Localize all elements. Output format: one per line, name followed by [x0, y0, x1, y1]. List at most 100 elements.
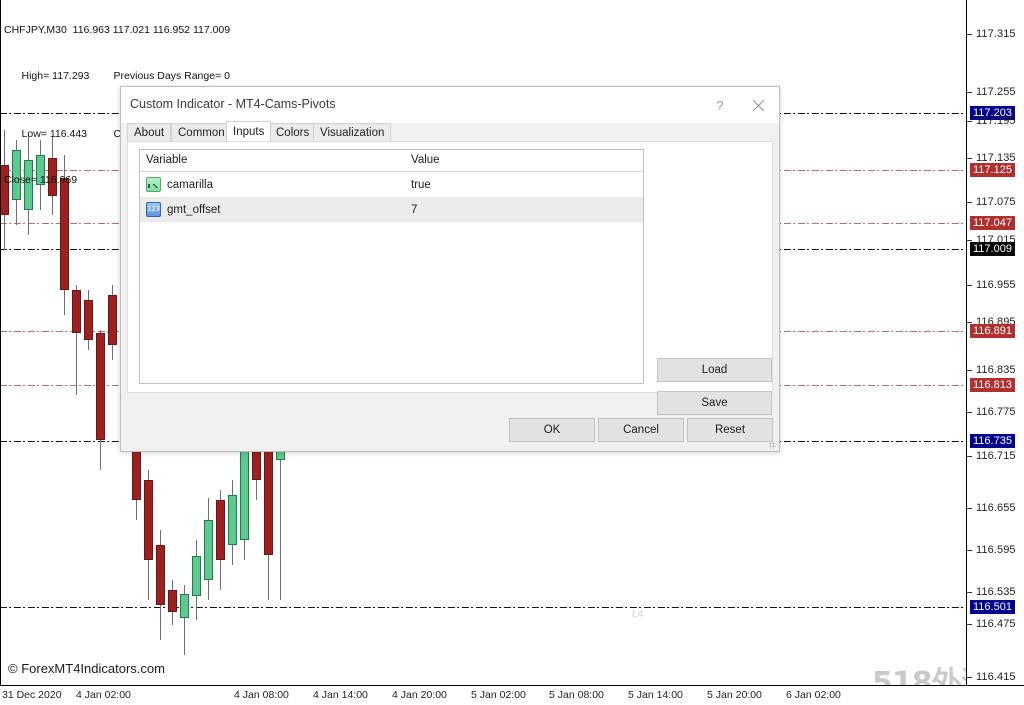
price-tick — [967, 202, 972, 203]
resize-grip-icon[interactable] — [769, 442, 776, 449]
price-label: 116.655 — [976, 502, 1016, 514]
time-label: 4 Jan 14:00 — [313, 689, 368, 701]
price-tick — [967, 92, 972, 93]
price-label: 116.595 — [976, 544, 1016, 556]
candle-body — [96, 333, 105, 440]
time-label: 5 Jan 14:00 — [628, 689, 683, 701]
price-level-chip: 117.009 — [970, 242, 1015, 256]
time-label: 4 Jan 08:00 — [234, 689, 289, 701]
candle-body — [216, 500, 225, 560]
price-label: 117.315 — [976, 28, 1016, 40]
price-axis[interactable]: 117.315 117.255 117.203 117.195 117.135 117.1… — [966, 0, 1024, 686]
price-level-chip: 116.891 — [970, 324, 1015, 338]
price-label: 116.535 — [976, 586, 1016, 598]
candle-body — [72, 290, 81, 333]
price-level-chip: 116.813 — [970, 378, 1015, 392]
cancel-button[interactable]: Cancel — [598, 418, 684, 442]
price-label: 116.775 — [976, 406, 1016, 418]
number-icon: 123 — [146, 202, 161, 217]
price-tick — [967, 285, 972, 286]
price-tick — [967, 34, 972, 35]
pivot-level-label: L4 — [632, 609, 644, 620]
price-label: 117.075 — [976, 196, 1016, 208]
candle-body — [168, 590, 177, 612]
price-tick — [967, 370, 972, 371]
price-label: 116.715 — [976, 450, 1016, 462]
candle-body — [228, 495, 237, 545]
candle-body — [192, 556, 201, 596]
price-level-chip: 117.047 — [970, 216, 1015, 230]
custom-indicator-dialog[interactable]: Custom Indicator - MT4-Cams-Pivots ? Abo… — [120, 86, 780, 452]
dialog-tabs[interactable]: About Common Inputs Colors Visualization — [121, 121, 779, 141]
cell-value[interactable]: true — [405, 172, 643, 198]
ok-button[interactable]: OK — [509, 418, 595, 442]
price-tick — [967, 240, 972, 241]
price-tick — [967, 322, 972, 323]
candle-body — [240, 450, 249, 540]
time-label: 4 Jan 20:00 — [392, 689, 447, 701]
price-tick — [967, 456, 972, 457]
cell-variable[interactable]: 123 gmt_offset — [140, 197, 405, 222]
candle-body — [180, 594, 189, 618]
price-label: 116.835 — [976, 364, 1016, 376]
price-tick — [967, 592, 972, 593]
column-header-variable: Variable — [140, 150, 405, 172]
price-level-chip: 116.735 — [970, 434, 1015, 448]
price-tick — [967, 158, 972, 159]
quote-high: High= 117.293 — [21, 70, 90, 82]
time-label: 5 Jan 20:00 — [707, 689, 762, 701]
help-icon[interactable]: ? — [703, 87, 737, 123]
cell-variable[interactable]: camarilla — [140, 172, 405, 198]
price-tick — [967, 677, 972, 678]
quote-prev-range: Previous Days Range= 0 — [113, 70, 230, 82]
close-icon[interactable] — [741, 87, 775, 123]
inputs-tab-page: Variable Value camarilla true 123 gmt_offse… — [127, 141, 773, 415]
price-label: 117.195 — [976, 115, 1016, 127]
price-level-chip: 116.501 — [970, 600, 1015, 614]
variable-name: gmt_offset — [167, 203, 221, 216]
table-row[interactable]: 123 gmt_offset 7 — [140, 197, 643, 222]
cell-value[interactable]: 7 — [405, 197, 643, 222]
bool-icon — [146, 177, 161, 192]
candle-body — [84, 300, 93, 340]
inputs-table[interactable]: Variable Value camarilla true 123 gmt_offse… — [140, 150, 643, 222]
candle-body — [264, 440, 273, 555]
load-button[interactable]: Load — [657, 358, 772, 382]
time-label: 31 Dec 2020 — [2, 689, 62, 701]
tab-colors[interactable]: Colors — [269, 123, 317, 141]
time-label: 5 Jan 08:00 — [549, 689, 604, 701]
price-tick — [967, 121, 972, 122]
quote-low: Low= 116.443 — [21, 127, 88, 140]
time-axis[interactable]: 31 Dec 2020 4 Jan 02:00 4 Jan 08:00 4 Jan 1… — [0, 686, 1024, 705]
time-label: 4 Jan 02:00 — [76, 689, 131, 701]
tab-common[interactable]: Common — [171, 123, 232, 141]
tab-about[interactable]: About — [127, 123, 172, 141]
candle-body — [144, 480, 153, 560]
time-label: 6 Jan 02:00 — [786, 689, 841, 701]
copyright-watermark: © ForexMT4Indicators.com — [8, 661, 165, 676]
candle-body — [108, 295, 117, 345]
variable-name: camarilla — [167, 178, 214, 191]
tab-visualization[interactable]: Visualization — [313, 123, 392, 141]
dialog-title-bar[interactable]: Custom Indicator - MT4-Cams-Pivots ? — [121, 87, 779, 124]
chart-left-border — [0, 0, 1, 686]
price-tick — [967, 550, 972, 551]
column-header-value: Value — [405, 150, 643, 172]
price-level-chip: 117.125 — [970, 163, 1015, 177]
price-tick — [967, 508, 972, 509]
price-tick — [967, 412, 972, 413]
candle-body — [156, 545, 165, 605]
price-label: 116.955 — [976, 279, 1016, 291]
save-button[interactable]: Save — [657, 391, 772, 415]
time-label: 5 Jan 02:00 — [471, 689, 526, 701]
reset-button[interactable]: Reset — [687, 418, 773, 442]
inputs-list[interactable]: Variable Value camarilla true 123 gmt_offse… — [139, 149, 644, 384]
price-label: 116.475 — [976, 618, 1016, 630]
candle-body — [204, 520, 213, 580]
dialog-title: Custom Indicator - MT4-Cams-Pivots — [130, 97, 336, 111]
table-row[interactable]: camarilla true — [140, 172, 643, 198]
tab-inputs[interactable]: Inputs — [226, 121, 272, 141]
table-header-row: Variable Value — [140, 150, 643, 172]
price-tick — [967, 624, 972, 625]
pivot-level-line — [0, 607, 966, 608]
